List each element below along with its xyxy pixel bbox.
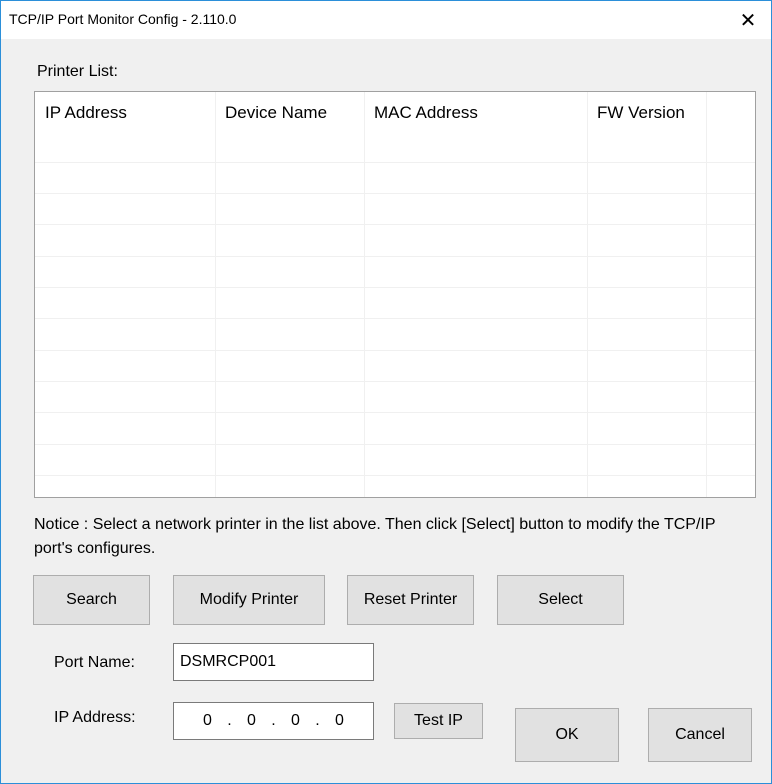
reset-printer-button[interactable]: Reset Printer — [347, 575, 474, 625]
select-button[interactable]: Select — [497, 575, 624, 625]
column-divider — [587, 92, 588, 497]
notice-text: Notice : Select a network printer in the… — [34, 516, 716, 557]
column-mac-address[interactable]: MAC Address — [364, 92, 587, 134]
row-divider — [35, 412, 755, 413]
cancel-button[interactable]: Cancel — [648, 708, 752, 762]
column-device-name[interactable]: Device Name — [215, 92, 364, 134]
ip-address-label: IP Address: — [54, 709, 136, 726]
ip-octet-3[interactable]: 0 — [285, 712, 307, 730]
row-divider — [35, 287, 755, 288]
row-divider — [35, 256, 755, 257]
row-divider — [35, 475, 755, 476]
ok-button[interactable]: OK — [515, 708, 619, 762]
modify-printer-button[interactable]: Modify Printer — [173, 575, 325, 625]
ip-separator: . — [271, 712, 276, 729]
printer-list-label: Printer List: — [37, 63, 118, 80]
column-fw-version[interactable]: FW Version — [587, 92, 707, 134]
column-ip-address[interactable]: IP Address — [35, 92, 215, 134]
row-divider — [35, 162, 755, 163]
search-button[interactable]: Search — [33, 575, 150, 625]
printer-list[interactable]: IP Address Device Name MAC Address FW Ve… — [34, 91, 756, 498]
ip-address-field[interactable]: 0 . 0 . 0 . 0 — [173, 702, 374, 740]
row-divider — [35, 318, 755, 319]
row-divider — [35, 444, 755, 445]
ip-separator: . — [315, 712, 320, 729]
port-name-field[interactable]: DSMRCP001 — [173, 643, 374, 681]
row-divider — [35, 224, 755, 225]
column-divider — [215, 92, 216, 497]
ip-octet-2[interactable]: 0 — [241, 712, 263, 730]
row-divider — [35, 381, 755, 382]
port-name-label: Port Name: — [54, 654, 135, 671]
ip-octet-4[interactable]: 0 — [329, 712, 351, 730]
config-dialog: TCP/IP Port Monitor Config - 2.110.0 ✕ P… — [0, 0, 772, 784]
window-title: TCP/IP Port Monitor Config - 2.110.0 — [9, 11, 237, 27]
ip-octet-1[interactable]: 0 — [197, 712, 219, 730]
test-ip-button[interactable]: Test IP — [394, 703, 483, 739]
close-icon[interactable]: ✕ — [725, 1, 771, 39]
port-name-value: DSMRCP001 — [180, 653, 277, 670]
column-divider — [364, 92, 365, 497]
ip-separator: . — [227, 712, 232, 729]
title-bar[interactable]: TCP/IP Port Monitor Config - 2.110.0 ✕ — [1, 1, 771, 39]
column-divider — [706, 92, 707, 497]
printer-list-header: IP Address Device Name MAC Address FW Ve… — [35, 92, 755, 134]
row-divider — [35, 350, 755, 351]
row-divider — [35, 193, 755, 194]
